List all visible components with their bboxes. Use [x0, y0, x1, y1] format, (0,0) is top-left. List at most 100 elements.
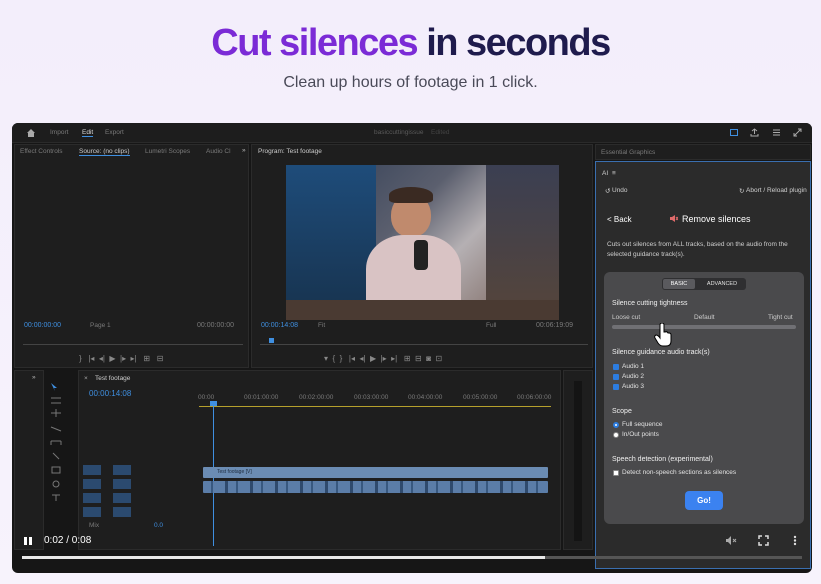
plugin-menu-icon[interactable]: ≡ [612, 170, 616, 177]
video-clip[interactable]: Test footage [V] [203, 467, 548, 478]
ruler-mark-6: 00:06:00:00 [517, 394, 552, 401]
timeline-panel: × Test footage 00:00:14:08 00:00 00:01:0… [78, 370, 566, 550]
track-a1-toggle[interactable] [83, 479, 101, 489]
workspace-icon[interactable] [730, 129, 738, 136]
ruler-mark-5: 00:05:00:00 [463, 394, 498, 401]
document-status: Edited [431, 129, 450, 136]
scope-full-sequence-radio[interactable] [613, 422, 619, 428]
program-scrubber[interactable] [260, 344, 588, 345]
back-button[interactable]: < Back [607, 215, 632, 224]
program-transport-icons[interactable]: ▾ { } |◂ ◂| ▶ |▸ ▸| ⊞ ⊟ ◙ ⊡ [324, 354, 442, 363]
player-progress-bar[interactable] [22, 556, 802, 559]
tab-source[interactable]: Source: (no clips) [79, 148, 130, 156]
tab-basic[interactable]: BASIC [663, 279, 695, 289]
fullscreen-icon[interactable] [758, 535, 769, 546]
expand-icon[interactable] [793, 128, 802, 137]
source-scrubber[interactable] [23, 344, 243, 345]
timeline-close-icon[interactable]: × [84, 375, 88, 382]
audio-2-label: Audio 2 [622, 373, 645, 380]
ruler-mark-0: 00:00 [198, 394, 215, 401]
app-topbar: Import Edit Export basiccuttingissue Edi… [12, 123, 812, 143]
undo-icon[interactable]: ↺ [605, 187, 610, 195]
document-title: basiccuttingissue [374, 129, 424, 136]
playhead-handle[interactable] [210, 401, 217, 406]
speech-checkbox[interactable] [613, 470, 619, 476]
track-headers [83, 465, 203, 517]
track-a2-target[interactable] [113, 493, 131, 503]
player-progress-fill [22, 556, 545, 559]
work-area-bar[interactable] [199, 406, 551, 407]
share-icon[interactable] [750, 128, 759, 137]
ruler-mark-3: 00:03:00:00 [354, 394, 389, 401]
plugin-description: Cuts out silences from ALL tracks, based… [607, 241, 788, 258]
audio-3-checkbox[interactable] [613, 384, 619, 390]
track-a2-toggle[interactable] [83, 493, 101, 503]
hero-title: Cut silences in seconds [0, 22, 821, 65]
program-video-frame[interactable] [286, 165, 559, 320]
hero-title-rest: in seconds [426, 22, 611, 64]
program-fit[interactable]: Fit [318, 322, 325, 329]
background-shelf [286, 165, 376, 320]
source-transport-icons[interactable]: } |◂ ◂| ▶ |▸ ▸| ⊞ ⊟ [79, 354, 163, 363]
more-options-icon[interactable] [793, 535, 797, 546]
timeline-timecode[interactable]: 00:00:14:08 [89, 389, 131, 398]
program-quality[interactable]: Full [486, 322, 496, 329]
track-v1-target[interactable] [113, 465, 131, 475]
tab-audio-clip[interactable]: Audio Cl [206, 148, 231, 155]
track-a3-toggle[interactable] [83, 507, 101, 517]
mute-icon[interactable] [725, 535, 737, 546]
audio-3-label: Audio 3 [622, 383, 645, 390]
abort-reload-button[interactable]: Abort / Reload plugin [746, 187, 807, 194]
guidance-label: Silence guidance audio track(s) [612, 349, 710, 356]
tab-program[interactable]: Program: Test footage [258, 148, 322, 155]
audio-1-label: Audio 1 [622, 363, 645, 370]
more-tabs-icon[interactable]: » [242, 147, 246, 154]
program-timecode-left[interactable]: 00:00:14:08 [261, 322, 298, 329]
tab-effect-controls[interactable]: Effect Controls [20, 148, 63, 155]
program-playhead[interactable] [269, 338, 274, 343]
menu-export[interactable]: Export [105, 129, 124, 136]
reload-icon[interactable]: ↻ [739, 187, 744, 195]
home-icon[interactable] [26, 128, 36, 137]
video-player[interactable]: Import Edit Export basiccuttingissue Edi… [12, 123, 812, 573]
go-button[interactable]: Go! [685, 491, 723, 510]
audio-1-checkbox[interactable] [613, 364, 619, 370]
tab-advanced[interactable]: ADVANCED [700, 279, 744, 289]
speech-label: Speech detection (experimental) [612, 456, 713, 463]
desk [286, 300, 559, 320]
tab-lumetri-scopes[interactable]: Lumetri Scopes [145, 148, 190, 155]
pause-icon[interactable] [23, 536, 33, 546]
source-page[interactable]: Page 1 [90, 322, 111, 329]
tightness-loose: Loose cut [612, 314, 641, 321]
scope-label: Scope [612, 408, 632, 415]
undo-button[interactable]: Undo [612, 187, 628, 194]
tab-essential-graphics[interactable]: Essential Graphics [601, 149, 655, 156]
tightness-slider[interactable] [612, 325, 796, 329]
person-hair [389, 187, 433, 203]
track-a1-target[interactable] [113, 479, 131, 489]
hero-subtitle: Clean up hours of footage in 1 click. [283, 74, 538, 91]
mix-value[interactable]: 0.0 [154, 522, 163, 529]
audio-clip-a1[interactable] [203, 481, 548, 493]
video-clip-label: Test footage [V] [217, 469, 252, 475]
tightness-default: Default [694, 314, 715, 321]
tool-icons-svg[interactable] [36, 383, 76, 543]
audio-2-checkbox[interactable] [613, 374, 619, 380]
menu-lines-icon[interactable] [772, 128, 781, 137]
tab-timeline[interactable]: Test footage [95, 375, 130, 382]
scope-in-out-label: In/Out points [622, 431, 659, 438]
ruler-mark-2: 00:02:00:00 [299, 394, 334, 401]
source-timecode-left[interactable]: 00:00:00:00 [24, 322, 61, 329]
mix-label: Mix [89, 522, 100, 529]
microphone [414, 240, 428, 270]
ruler-mark-1: 00:01:00:00 [244, 394, 279, 401]
plugin-header: AI [602, 170, 609, 177]
track-v1-toggle[interactable] [83, 465, 101, 475]
program-timecode-right: 00:06:19:09 [536, 322, 573, 329]
menu-edit[interactable]: Edit [82, 129, 94, 137]
track-a3-target[interactable] [113, 507, 131, 517]
menu-import[interactable]: Import [50, 129, 68, 136]
scope-in-out-radio[interactable] [613, 432, 619, 438]
hero-title-highlight: Cut silences [211, 22, 418, 64]
tools-more-icon[interactable]: » [32, 374, 36, 381]
